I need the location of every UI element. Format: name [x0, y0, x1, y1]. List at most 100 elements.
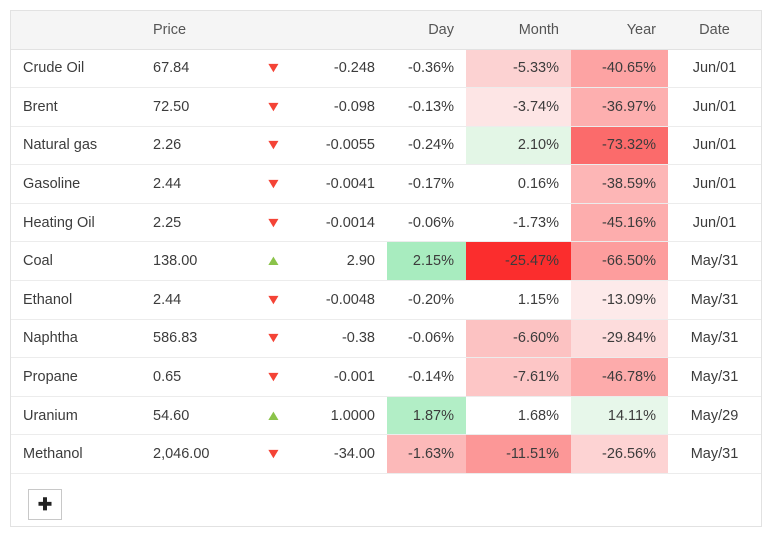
cell-date: May/31: [668, 280, 761, 320]
cell-date: May/31: [668, 241, 761, 282]
cell-day-percent: -0.13%: [387, 87, 466, 127]
add-row-button[interactable]: ✚: [28, 489, 62, 521]
cell-month-percent: 1.15%: [466, 280, 571, 320]
column-header-name[interactable]: [11, 11, 141, 50]
cell-year-percent: -46.78%: [571, 357, 668, 397]
cell-day-percent: -0.36%: [387, 49, 466, 89]
cell-date: Jun/01: [668, 87, 761, 127]
table-row[interactable]: Propane 0.65 ▼ -0.001 -0.14% -7.61% -46.78% May…: [11, 357, 761, 397]
cell-direction: ▼: [239, 434, 307, 475]
column-header-price[interactable]: Price: [141, 11, 239, 50]
table-row[interactable]: Natural gas 2.26 ▼ -0.0055 -0.24% 2.10% -73.32…: [11, 126, 761, 166]
cell-direction: ▲: [239, 241, 307, 282]
cell-change: 2.90: [307, 241, 387, 282]
cell-commodity-name: Methanol: [11, 434, 141, 475]
cell-month-percent: -1.73%: [466, 203, 571, 243]
cell-price: 0.65: [141, 357, 239, 397]
table-row[interactable]: Coal 138.00 ▲ 2.90 2.15% -25.47% -66.50% May/31: [11, 241, 761, 282]
arrow-down-icon: ▼: [264, 214, 282, 231]
cell-direction: ▼: [239, 164, 307, 204]
cell-price: 2,046.00: [141, 434, 239, 475]
cell-day-percent: -0.17%: [387, 164, 466, 204]
arrow-up-icon: ▲: [264, 252, 282, 269]
cell-date: May/29: [668, 396, 761, 436]
cell-day-percent: -0.24%: [387, 126, 466, 166]
cell-direction: ▼: [239, 280, 307, 320]
arrow-down-icon: ▼: [264, 59, 282, 76]
arrow-down-icon: ▼: [264, 291, 282, 308]
header-row: Price Day Month Year Date: [11, 11, 761, 50]
column-header-year[interactable]: Year: [571, 11, 668, 50]
column-header-arrow[interactable]: [239, 11, 307, 50]
cell-change: -0.0048: [307, 280, 387, 320]
arrow-down-icon: ▼: [264, 445, 282, 462]
cell-year-percent: -36.97%: [571, 87, 668, 127]
cell-month-percent: -25.47%: [466, 241, 571, 282]
column-header-date[interactable]: Date: [668, 11, 761, 50]
cell-year-percent: -26.56%: [571, 434, 668, 475]
cell-year-percent: -40.65%: [571, 49, 668, 89]
cell-year-percent: -73.32%: [571, 126, 668, 166]
cell-price: 2.25: [141, 203, 239, 243]
cell-date: May/31: [668, 319, 761, 359]
column-header-change[interactable]: [307, 11, 387, 50]
cell-commodity-name: Uranium: [11, 396, 141, 436]
arrow-down-icon: ▼: [264, 136, 282, 154]
commodity-table: Price Day Month Year Date Crude Oil 67.84…: [11, 11, 761, 526]
cell-commodity-name: Crude Oil: [11, 49, 141, 89]
column-header-day[interactable]: Day: [387, 11, 466, 50]
cell-direction: ▼: [239, 49, 307, 89]
table-row[interactable]: Crude Oil 67.84 ▼ -0.248 -0.36% -5.33% -40.65%…: [11, 49, 761, 89]
arrow-down-icon: ▼: [264, 175, 282, 192]
cell-day-percent: -0.14%: [387, 357, 466, 397]
cell-change: 1.0000: [307, 396, 387, 436]
cell-year-percent: -13.09%: [571, 280, 668, 320]
cell-year-percent: 14.11%: [571, 396, 668, 436]
cell-date: May/31: [668, 434, 761, 475]
cell-date: May/31: [668, 357, 761, 397]
cell-direction: ▼: [239, 126, 307, 166]
cell-direction: ▼: [239, 87, 307, 127]
table-row[interactable]: Methanol 2,046.00 ▼ -34.00 -1.63% -11.51% -26.…: [11, 434, 761, 475]
cell-month-percent: 0.16%: [466, 164, 571, 204]
table-row[interactable]: Ethanol 2.44 ▼ -0.0048 -0.20% 1.15% -13.09% May…: [11, 280, 761, 320]
cell-year-percent: -45.16%: [571, 203, 668, 243]
cell-day-percent: -0.20%: [387, 280, 466, 320]
cell-change: -0.098: [307, 87, 387, 127]
cell-month-percent: -7.61%: [466, 357, 571, 397]
arrow-up-icon: ▲: [264, 407, 282, 424]
cell-change: -0.248: [307, 49, 387, 89]
cell-month-percent: -3.74%: [466, 87, 571, 127]
table-header: Price Day Month Year Date: [11, 11, 761, 50]
cell-day-percent: -0.06%: [387, 319, 466, 359]
commodity-table-container: Price Day Month Year Date Crude Oil 67.84…: [10, 10, 762, 527]
cell-year-percent: -66.50%: [571, 241, 668, 282]
cell-commodity-name: Heating Oil: [11, 203, 141, 243]
arrow-down-icon: ▼: [264, 329, 282, 347]
table-row[interactable]: Brent 72.50 ▼ -0.098 -0.13% -3.74% -36.97% Jun/…: [11, 87, 761, 127]
cell-commodity-name: Natural gas: [11, 126, 141, 166]
cell-year-percent: -29.84%: [571, 319, 668, 359]
cell-change: -0.0041: [307, 164, 387, 204]
footer-row: ✚: [11, 474, 761, 526]
cell-date: Jun/01: [668, 203, 761, 243]
table-row[interactable]: Heating Oil 2.25 ▼ -0.0014 -0.06% -1.73% -45.1…: [11, 203, 761, 243]
table-row[interactable]: Uranium 54.60 ▲ 1.0000 1.87% 1.68% 14.11% May/2…: [11, 396, 761, 436]
cell-change: -0.38: [307, 319, 387, 359]
cell-date: Jun/01: [668, 49, 761, 89]
table-body: Crude Oil 67.84 ▼ -0.248 -0.36% -5.33% -40.65%…: [11, 49, 761, 475]
cell-change: -0.001: [307, 357, 387, 397]
cell-direction: ▲: [239, 396, 307, 436]
table-row[interactable]: Naphtha 586.83 ▼ -0.38 -0.06% -6.60% -29.84% Ma…: [11, 319, 761, 359]
column-header-month[interactable]: Month: [466, 11, 571, 50]
cell-day-percent: 1.87%: [387, 396, 466, 436]
cell-date: Jun/01: [668, 126, 761, 166]
cell-commodity-name: Brent: [11, 87, 141, 127]
table-row[interactable]: Gasoline 2.44 ▼ -0.0041 -0.17% 0.16% -38.59% Ju…: [11, 164, 761, 204]
cell-change: -34.00: [307, 434, 387, 475]
cell-price: 586.83: [141, 319, 239, 359]
cell-price: 72.50: [141, 87, 239, 127]
cell-month-percent: 1.68%: [466, 396, 571, 436]
cell-direction: ▼: [239, 319, 307, 359]
cell-month-percent: -6.60%: [466, 319, 571, 359]
